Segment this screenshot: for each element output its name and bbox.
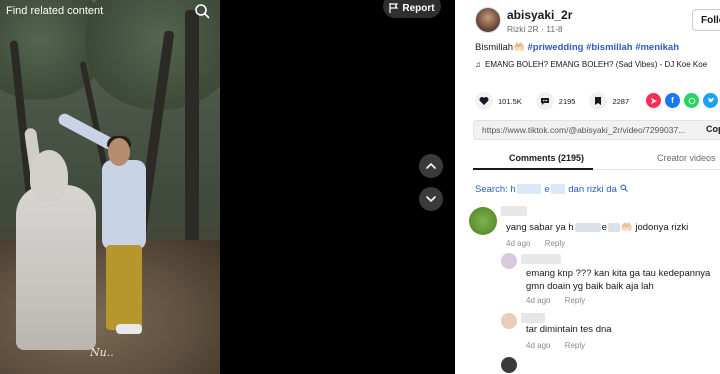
search-query-start: h [510,184,516,195]
like-count: 101.5K [498,96,522,106]
tab-comments[interactable]: Comments (2195) [509,153,584,163]
follow-button[interactable]: Follo [692,9,720,31]
comment-text: tar dimintain tes dna [526,324,612,335]
woman-head [30,150,68,202]
comment-text: emang knp ??? kan kita ga tau kedepannya [526,268,711,279]
video-watermark: Nu.. [90,346,114,359]
like-button[interactable]: 101.5K [475,92,522,110]
comment-time: 4d ago [526,341,551,350]
commenter-avatar[interactable] [501,313,517,329]
comment-text-line-2: gmn doain yg baik baik aja lah [526,281,654,292]
commenter-avatar[interactable] [469,207,497,235]
woman-figure [16,185,96,350]
comment-time: 4d ago [506,239,531,248]
comment-meta: 4d ago Reply [526,341,585,350]
video-url-field[interactable]: https://www.tiktok.com/@abisyaki_2r/vide… [473,120,720,140]
report-label: Report [402,2,435,14]
previous-video-button[interactable] [419,154,443,178]
save-button[interactable]: 2287 [589,92,629,110]
comment-meta: 4d ago Reply [506,239,565,248]
copy-link-button[interactable]: Cop [706,124,720,134]
find-related-label: Find related content [6,5,104,17]
video-caption: Bismillah🤲🏻 #priwedding #bismillah #meni… [475,42,679,53]
music-note-icon: ♫ [475,60,481,69]
search-query-mid: e [544,184,550,195]
app-root: Nu.. Find related content Report abisyak… [0,0,720,374]
author-username[interactable]: abisyaki_2r [507,8,572,22]
heart-icon [475,92,493,110]
comment-icon [535,92,554,110]
comment-meta: 4d ago Reply [526,296,585,305]
author-meta: Rizki 2R · 11-8 [507,24,563,34]
next-video-button[interactable] [419,187,443,211]
search-icon [620,184,628,192]
man-head [108,138,130,166]
find-related-bar[interactable]: Find related content [0,0,220,22]
man-shoe [116,324,142,334]
comment-tabs: Comments (2195) Creator videos [473,148,720,170]
author-display-name: Rizki 2R [507,24,539,34]
redacted-text [607,222,620,232]
chevron-up-icon [426,162,436,169]
comment-button[interactable]: 2195 [535,92,576,110]
author-avatar[interactable] [475,7,501,33]
commenter-name[interactable] [501,206,527,216]
redacted-text [550,184,565,195]
redacted-text [516,184,541,195]
active-tab-indicator [473,168,593,170]
comment-time: 4d ago [526,296,551,305]
share-icons: f [646,93,718,108]
hashtag-link[interactable]: #priwedding [527,42,583,53]
commenter-avatar[interactable] [501,357,517,373]
comment-count: 2195 [558,96,576,106]
meta-separator: · [541,24,544,34]
video-area: Nu.. Find related content Report [0,0,455,374]
comment-text: yang sabar ya h e 🤲🏻 jodonya rizki [506,222,689,233]
commenter-name[interactable] [521,254,561,264]
post-date: 11-8 [546,24,563,34]
facebook-icon[interactable]: f [665,93,680,108]
save-count: 2287 [612,96,630,106]
caption-text: Bismillah🤲🏻 [475,42,525,53]
flag-icon [389,3,399,13]
search-query-end: dan rizki da [568,184,617,195]
whatsapp-icon[interactable] [684,93,699,108]
bookmark-icon [589,92,608,110]
music-info[interactable]: ♫ EMANG BOLEH? EMANG BOLEH? (Sad Vibes) … [475,60,707,69]
commenter-name[interactable] [521,313,545,323]
reply-button[interactable]: Reply [545,239,565,248]
tree-trunk [185,10,199,250]
music-title: EMANG BOLEH? EMANG BOLEH? (Sad Vibes) - … [485,60,708,69]
action-bar: 101.5K 2195 2287 [475,92,643,110]
details-panel: abisyaki_2r Rizki 2R · 11-8 Follo Bismil… [455,0,720,374]
report-button[interactable]: Report [383,0,441,18]
man-figure [102,160,146,250]
search-label: Search: [475,184,508,195]
comment-search-suggestion[interactable]: Search: h e dan rizki da [475,184,628,195]
search-icon[interactable] [194,3,210,19]
reply-button[interactable]: Reply [565,341,585,350]
twitter-icon[interactable] [703,93,718,108]
hashtag-link[interactable]: #bismillah [586,42,632,53]
tab-creator-videos[interactable]: Creator videos [657,153,716,163]
reply-button[interactable]: Reply [565,296,585,305]
hashtag-link[interactable]: #menikah [635,42,679,53]
commenter-avatar[interactable] [501,253,517,269]
send-icon[interactable] [646,93,661,108]
man-pants [106,245,142,330]
video-player[interactable]: Nu.. Find related content [0,0,220,374]
chevron-down-icon [426,196,436,203]
redacted-text [574,222,601,232]
